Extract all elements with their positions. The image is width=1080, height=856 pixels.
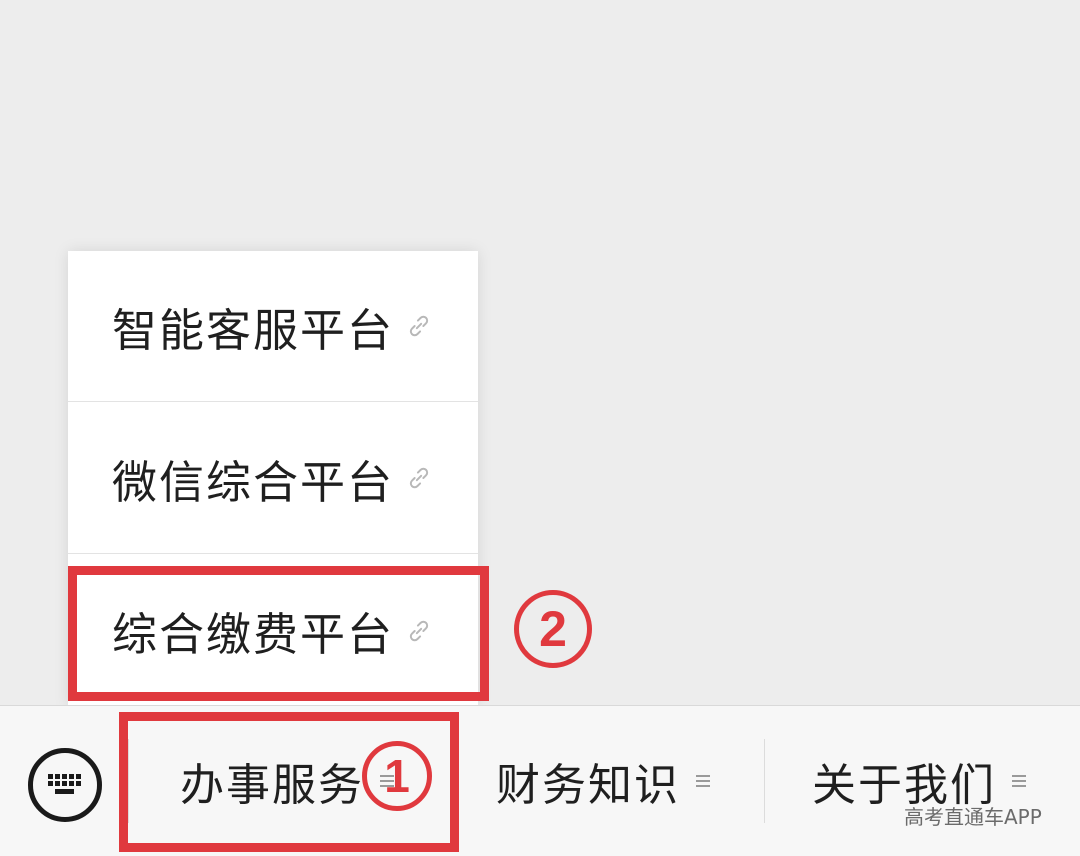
tab-label: 财务知识 <box>496 760 680 811</box>
menu-lines-icon <box>696 775 710 787</box>
tab-divider <box>764 739 765 823</box>
step-2-marker: 2 <box>514 590 592 668</box>
tab-about-us[interactable]: 关于我们 <box>812 706 1026 856</box>
menu-lines-icon <box>1012 775 1026 787</box>
submenu-item-smart-service[interactable]: 智能客服平台 <box>68 251 478 402</box>
keyboard-icon <box>48 774 81 794</box>
submenu-item-label: 微信综合平台 <box>112 455 395 509</box>
highlight-box-payment-platform <box>68 566 489 701</box>
link-icon <box>409 315 429 337</box>
link-icon <box>409 467 429 489</box>
tab-finance-knowledge[interactable]: 财务知识 <box>496 706 710 856</box>
submenu-item-label: 智能客服平台 <box>112 303 395 357</box>
watermark: 高考直通车APP <box>904 805 1042 829</box>
keyboard-toggle-button[interactable] <box>28 748 102 822</box>
step-1-marker: 1 <box>362 741 432 811</box>
submenu-item-wechat-platform[interactable]: 微信综合平台 <box>68 403 478 554</box>
